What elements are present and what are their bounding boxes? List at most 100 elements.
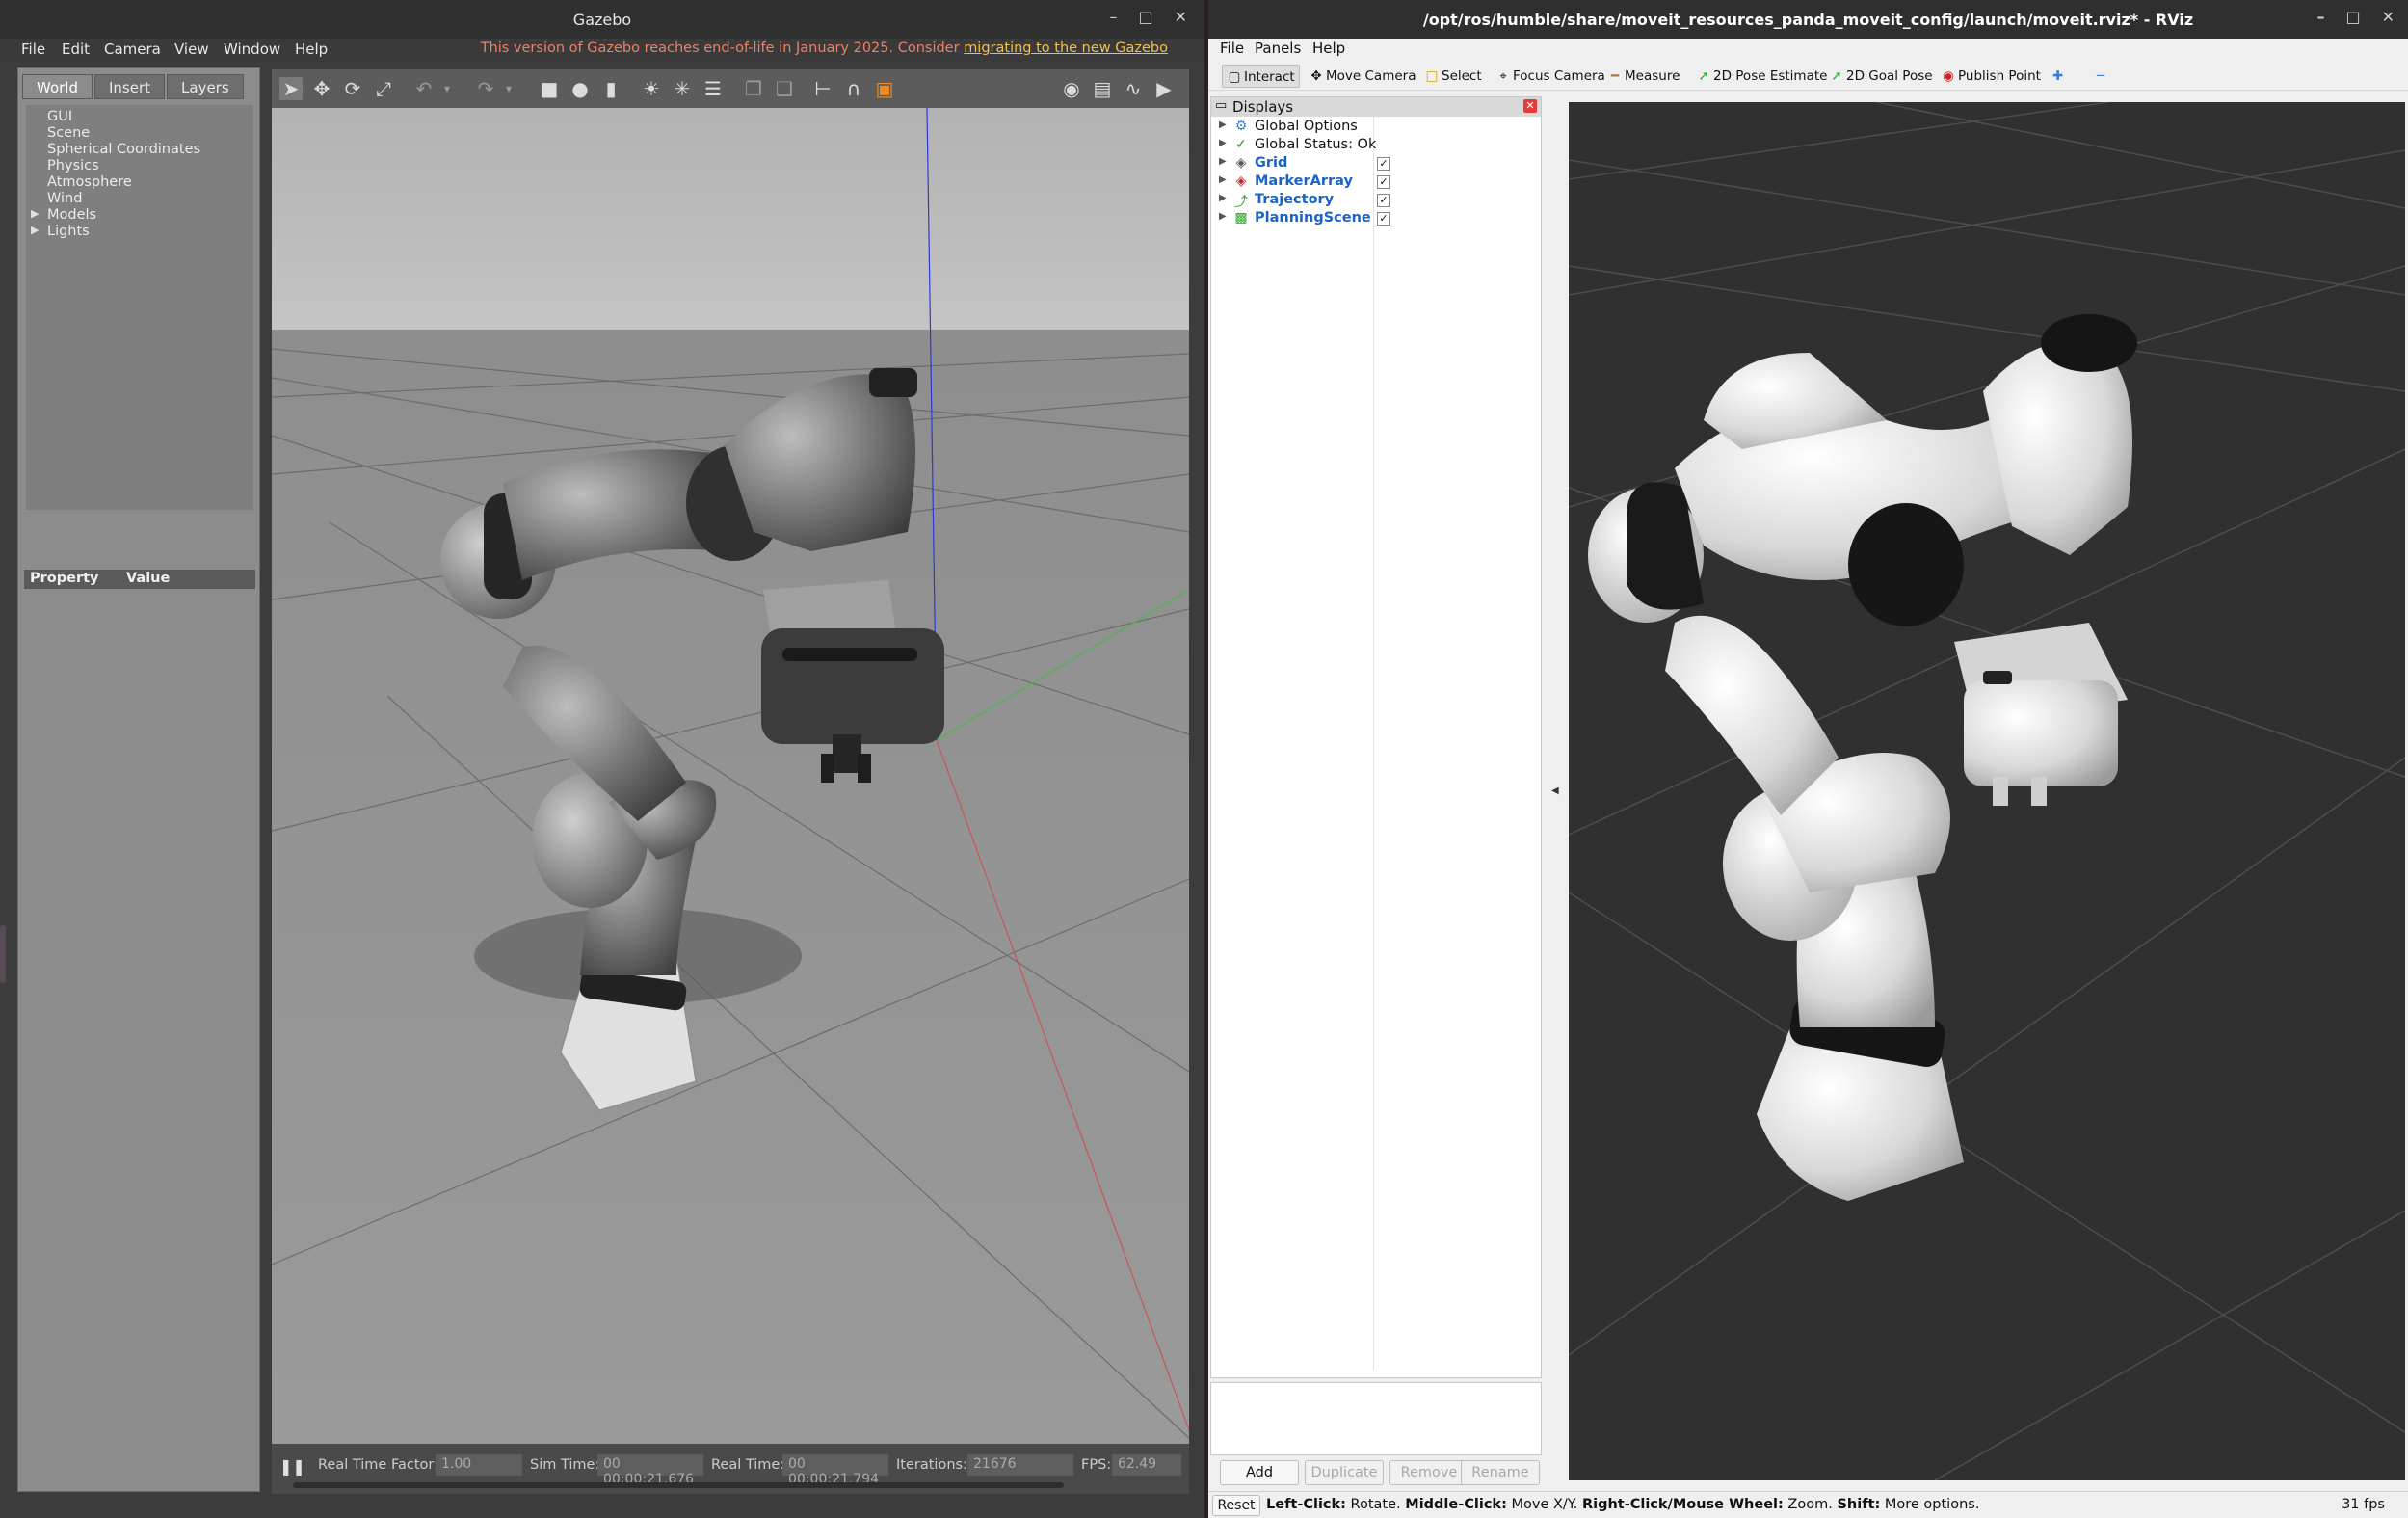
menu-camera[interactable]: Camera [104,40,161,58]
horizontal-scrollbar[interactable] [293,1482,1064,1488]
display-planning-scene[interactable]: ▶ ▩ PlanningScene ✓ [1211,210,1541,228]
remove-tool-icon[interactable]: ─ [2093,65,2108,88]
rotate-icon[interactable]: ⟳ [341,77,364,100]
tree-item-gui[interactable]: GUI [26,109,253,125]
point-light-icon[interactable]: ☀ [640,77,663,100]
redo-dropdown-icon[interactable]: ▾ [497,77,520,100]
expand-arrow-icon[interactable]: ▶ [1219,174,1227,185]
display-global-status[interactable]: ▶ ✓ Global Status: Ok [1211,137,1541,155]
property-header: Property Value [24,570,255,589]
tool-2d-goal-pose[interactable]: ➚ 2D Goal Pose [1825,65,1937,88]
close-icon[interactable]: ✕ [1175,8,1187,26]
tree-item-spherical-coordinates[interactable]: Spherical Coordinates [26,142,253,158]
expand-arrow-icon[interactable]: ▶ [1219,211,1227,222]
interact-icon: ▢ [1228,69,1241,85]
display-marker-array[interactable]: ▶ ◈ MarkerArray ✓ [1211,173,1541,192]
gazebo-left-panel: World Insert Layers GUI Scene Spherical … [17,67,260,1492]
eol-migration-link[interactable]: migrating to the new Gazebo [964,40,1168,56]
tool-interact[interactable]: ▢ Interact [1222,65,1300,88]
minimize-icon[interactable]: – [2316,8,2324,26]
copy-icon[interactable]: ❐ [742,77,765,100]
expand-arrow-icon[interactable]: ▶ [31,207,39,220]
close-icon[interactable]: ✕ [2382,8,2395,26]
rename-button[interactable]: Rename [1461,1460,1540,1485]
menu-view[interactable]: View [174,40,209,58]
expand-arrow-icon[interactable]: ▶ [1219,193,1227,203]
spot-light-icon[interactable]: ✳ [671,77,694,100]
expand-arrow-icon[interactable]: ▶ [1219,156,1227,167]
planning-scene-icon: ▩ [1234,210,1248,226]
select-icon[interactable]: ➤ [279,77,303,100]
box-icon[interactable]: ■ [538,77,561,100]
rviz-3d-view[interactable]: FRANKA EMIKA [1569,102,2405,1480]
plot-icon[interactable]: ∿ [1122,77,1145,100]
expand-arrow-icon[interactable]: ▶ [1219,138,1227,148]
tree-item-label: Scene [47,125,91,141]
menu-help[interactable]: Help [295,40,328,58]
redo-icon[interactable]: ↷ [474,77,497,100]
tree-item-wind[interactable]: Wind [26,191,253,207]
tree-item-physics[interactable]: Physics [26,158,253,174]
rviz-title: /opt/ros/humble/share/moveit_resources_p… [1422,10,2194,29]
property-column-header: Property [30,571,99,586]
pause-icon[interactable]: ❚❚ [279,1457,305,1476]
menu-panels[interactable]: Panels [1255,40,1301,57]
tab-insert[interactable]: Insert [94,74,166,99]
display-enabled-checkbox[interactable]: ✓ [1377,157,1390,171]
add-tool-icon[interactable]: ✚ [2049,65,2067,88]
panel-splitter[interactable]: ◀ [1546,96,1567,1484]
rviz-toolbar: ▢ Interact ✥ Move Camera □ Select ⌖ Focus Ca… [1208,62,2408,91]
paste-icon[interactable]: ❑ [773,77,796,100]
menu-file[interactable]: File [1220,40,1244,57]
scale-icon[interactable]: ⤢ [372,77,395,100]
display-enabled-checkbox[interactable]: ✓ [1377,175,1390,189]
close-panel-icon[interactable]: ✕ [1523,99,1537,113]
tool-focus-camera[interactable]: ⌖ Focus Camera [1492,65,1609,88]
add-button[interactable]: Add [1220,1460,1299,1485]
undo-icon[interactable]: ↶ [412,77,436,100]
view-angle-icon[interactable]: ▣ [873,77,896,100]
log-icon[interactable]: ▤ [1091,77,1114,100]
menu-help[interactable]: Help [1312,40,1345,57]
tree-item-scene[interactable]: Scene [26,125,253,142]
remove-button[interactable]: Remove [1389,1460,1469,1485]
tree-item-atmosphere[interactable]: Atmosphere [26,174,253,191]
gazebo-3d-viewport[interactable] [272,108,1189,1444]
align-icon[interactable]: ⊢ [811,77,834,100]
cylinder-icon[interactable]: ▮ [599,77,622,100]
expand-arrow-icon[interactable]: ▶ [31,224,39,236]
screenshot-icon[interactable]: ◉ [1060,77,1083,100]
directional-light-icon[interactable]: ☰ [701,77,725,100]
tool-move-camera[interactable]: ✥ Move Camera [1305,65,1419,88]
tool-2d-pose-estimate[interactable]: ➚ 2D Pose Estimate [1692,65,1831,88]
tool-publish-point[interactable]: ◉ Publish Point [1937,65,2045,88]
menu-file[interactable]: File [21,40,45,58]
undo-dropdown-icon[interactable]: ▾ [436,77,459,100]
display-enabled-checkbox[interactable]: ✓ [1377,194,1390,207]
tab-world[interactable]: World [22,74,93,99]
tree-item-models[interactable]: ▶ Models [26,207,253,224]
display-enabled-checkbox[interactable]: ✓ [1377,212,1390,226]
tool-select[interactable]: □ Select [1420,65,1486,88]
collapse-left-icon[interactable]: ◀ [1551,786,1559,796]
translate-icon[interactable]: ✥ [310,77,333,100]
minimize-icon[interactable]: – [1109,8,1117,26]
tab-layers[interactable]: Layers [167,74,244,99]
display-global-options[interactable]: ▶ ⚙ Global Options [1211,119,1541,137]
sphere-icon[interactable]: ● [569,77,592,100]
display-trajectory[interactable]: ▶ ⤴ Trajectory ✓ [1211,192,1541,210]
duplicate-button[interactable]: Duplicate [1305,1460,1384,1485]
reset-button[interactable]: Reset [1212,1495,1260,1516]
display-grid[interactable]: ▶ ◈ Grid ✓ [1211,155,1541,173]
tool-measure[interactable]: ━ Measure [1603,65,1683,88]
tree-item-lights[interactable]: ▶ Lights [26,224,253,240]
record-icon[interactable]: ▶ [1152,77,1176,100]
expand-arrow-icon[interactable]: ▶ [1219,120,1227,130]
menu-edit[interactable]: Edit [62,40,90,58]
eol-notice: This version of Gazebo reaches end-of-li… [481,40,1168,56]
menu-window[interactable]: Window [224,40,280,58]
rviz-window-buttons: – □ ✕ [2316,8,2395,26]
maximize-icon[interactable]: □ [2345,8,2360,26]
snap-icon[interactable]: ∩ [842,77,865,100]
maximize-icon[interactable]: □ [1138,8,1152,26]
